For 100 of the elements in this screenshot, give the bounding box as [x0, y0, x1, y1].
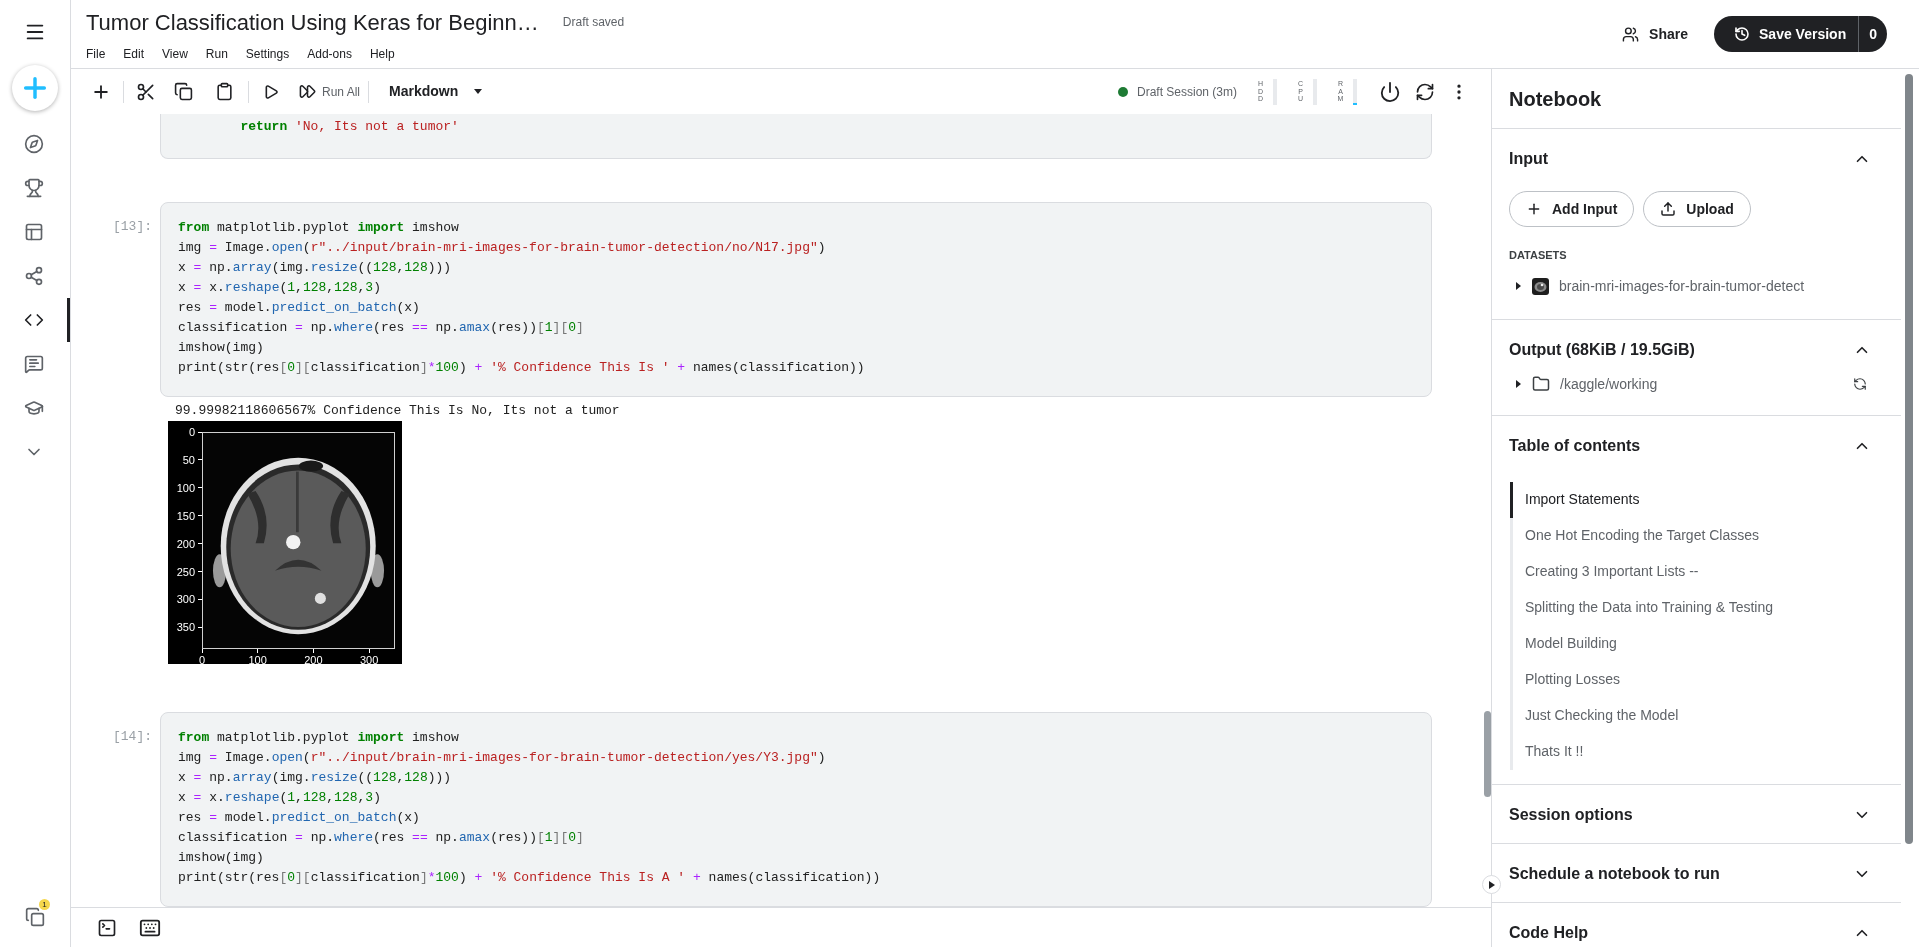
cut-icon[interactable]: [136, 81, 156, 102]
menu-item[interactable]: File: [86, 45, 106, 63]
version-count: 0: [1858, 16, 1887, 52]
cell-execution-count: [14]:: [113, 729, 152, 744]
section-title: Schedule a notebook to run: [1509, 863, 1720, 884]
history-icon: [1734, 26, 1751, 42]
plus-icon: [1526, 201, 1542, 217]
y-tick-label: 350: [176, 621, 202, 634]
collapse-panel-button[interactable]: [1482, 875, 1501, 894]
compass-icon[interactable]: [23, 134, 44, 154]
session-status[interactable]: Draft Session (3m): [1136, 82, 1237, 101]
code-line: x = x.reshape(1,128,128,3): [178, 279, 381, 297]
code-line: classification = np.where(res == np.amax(res))[1][0]: [178, 829, 584, 847]
code-line: from matplotlib.pyplot import imshow: [178, 219, 459, 237]
restart-icon[interactable]: [1415, 81, 1435, 102]
toc-entry[interactable]: One Hot Encoding the Target Classes: [1525, 525, 1759, 546]
section-title: Table of contents: [1509, 435, 1641, 456]
folder-icon: [1532, 375, 1550, 393]
run-all-button[interactable]: Run All: [299, 82, 361, 101]
cell-type-dropdown[interactable]: Markdown: [389, 81, 483, 102]
code-line: imshow(img): [178, 849, 264, 867]
scrollbar-thumb[interactable]: [1905, 74, 1913, 844]
code-line: img = Image.open(r"../input/brain-mri-images-for-brain-tumor-detection/yes/Y3.jpg"): [178, 749, 826, 767]
code-line: x = np.array(img.resize((128,128))): [178, 259, 452, 277]
folder-path[interactable]: /kaggle/working: [1560, 373, 1658, 395]
code-line: return 'No, Its not a tumor': [239, 118, 459, 136]
x-tick-label: 200: [298, 649, 329, 666]
share-button[interactable]: Share: [1622, 23, 1689, 45]
layout-icon[interactable]: [23, 222, 44, 242]
toc-entry[interactable]: Plotting Losses: [1525, 669, 1620, 690]
paste-icon[interactable]: [215, 82, 234, 101]
y-tick-label: 250: [176, 565, 202, 578]
notebook-title[interactable]: Tumor Classification Using Keras for Beginn…: [86, 6, 539, 39]
code-line: print(str(res[0][classification]*100) + '% Confidence This Is ' + names(classification)): [178, 359, 865, 377]
run-all-icon: [299, 83, 316, 100]
caret-right-icon: [1488, 880, 1495, 889]
x-tick-label: 300: [354, 649, 385, 666]
code-line: x = x.reshape(1,128,128,3): [178, 789, 381, 807]
toc-entry[interactable]: Just Checking the Model: [1525, 705, 1679, 726]
group-label: DATASETS: [1509, 248, 1567, 263]
people-icon: [1622, 25, 1640, 43]
code-line: print(str(res[0][classification]*100) + '% Confidence This Is A ' + names(classification)): [178, 869, 881, 887]
nodes-icon[interactable]: [23, 266, 44, 286]
caret-right-icon[interactable]: [1514, 380, 1522, 388]
y-tick-label: 300: [176, 593, 202, 606]
chat-icon[interactable]: [23, 354, 44, 374]
toc-entry[interactable]: Thats It !!: [1525, 741, 1584, 762]
upload-button[interactable]: Upload: [1643, 191, 1751, 227]
scrollbar-thumb[interactable]: [1484, 711, 1491, 797]
run-icon[interactable]: [263, 83, 279, 100]
y-tick-label: 0: [188, 426, 202, 438]
code-line: res = model.predict_on_batch(x): [178, 299, 420, 317]
section-title: Output (68KiB / 19.5GiB): [1509, 339, 1695, 360]
section-title: Input: [1509, 149, 1549, 169]
dataset-name[interactable]: brain-mri-images-for-brain-tumor-detect: [1559, 275, 1805, 297]
code-line: from matplotlib.pyplot import imshow: [178, 729, 459, 747]
x-tick-label: 0: [187, 649, 217, 666]
code-line: classification = np.where(res == np.amax(res))[1][0]: [178, 319, 584, 337]
toc-entry[interactable]: Import Statements: [1525, 489, 1640, 510]
trophy-icon[interactable]: [23, 178, 44, 198]
toc-entry[interactable]: Splitting the Data into Training & Testing: [1525, 597, 1773, 618]
caret-right-icon[interactable]: [1514, 282, 1522, 290]
x-tick-label: 100: [242, 649, 273, 666]
cell-execution-count: [13]:: [113, 219, 152, 234]
upload-icon: [1660, 201, 1677, 217]
section-title: Code Help: [1509, 922, 1589, 943]
add-input-button[interactable]: Add Input: [1509, 191, 1635, 227]
menu-item[interactable]: Help: [369, 45, 395, 63]
menu-item[interactable]: Run: [205, 45, 228, 63]
save-version-button[interactable]: Save Version 0: [1714, 16, 1887, 52]
save-status: Draft saved: [562, 14, 625, 31]
power-icon[interactable]: [1379, 80, 1401, 103]
toc-entry[interactable]: Creating 3 Important Lists --: [1525, 561, 1699, 582]
graduation-cap-icon[interactable]: [23, 398, 44, 418]
y-tick-label: 150: [176, 509, 202, 522]
notification-badge: 1: [39, 899, 50, 910]
copy-icon[interactable]: [25, 907, 45, 927]
menu-item[interactable]: Add-ons: [307, 45, 352, 63]
copy-icon[interactable]: [174, 82, 193, 101]
code-line: x = np.array(img.resize((128,128))): [178, 769, 452, 787]
panel-title: Notebook: [1509, 86, 1602, 112]
menu-item[interactable]: Edit: [123, 45, 145, 63]
refresh-icon[interactable]: [1853, 377, 1867, 391]
caret-down-icon: [474, 89, 483, 94]
section-title: Session options: [1509, 804, 1633, 825]
y-tick-label: 200: [176, 537, 202, 550]
cell-output-text: 99.99982118606567% Confidence This Is No, Its not a tumor: [175, 402, 620, 420]
code-cell[interactable]: [160, 202, 1432, 397]
menu-item[interactable]: Settings: [245, 45, 290, 63]
y-tick-label: 100: [176, 481, 202, 494]
code-line: img = Image.open(r"../input/brain-mri-images-for-brain-tumor-detection/no/N17.jpg"): [178, 239, 826, 257]
code-line: res = model.predict_on_batch(x): [178, 809, 420, 827]
code-line: imshow(img): [178, 339, 264, 357]
menu-item[interactable]: View: [162, 45, 188, 63]
code-cell[interactable]: return 'No, Its not a tumor': [160, 114, 1432, 159]
terminal-icon[interactable]: [97, 917, 117, 938]
toc-entry[interactable]: Model Building: [1525, 633, 1617, 654]
code-cell[interactable]: [160, 712, 1432, 907]
y-tick-label: 50: [182, 453, 202, 466]
save-version-label: Save Version: [1759, 24, 1847, 44]
